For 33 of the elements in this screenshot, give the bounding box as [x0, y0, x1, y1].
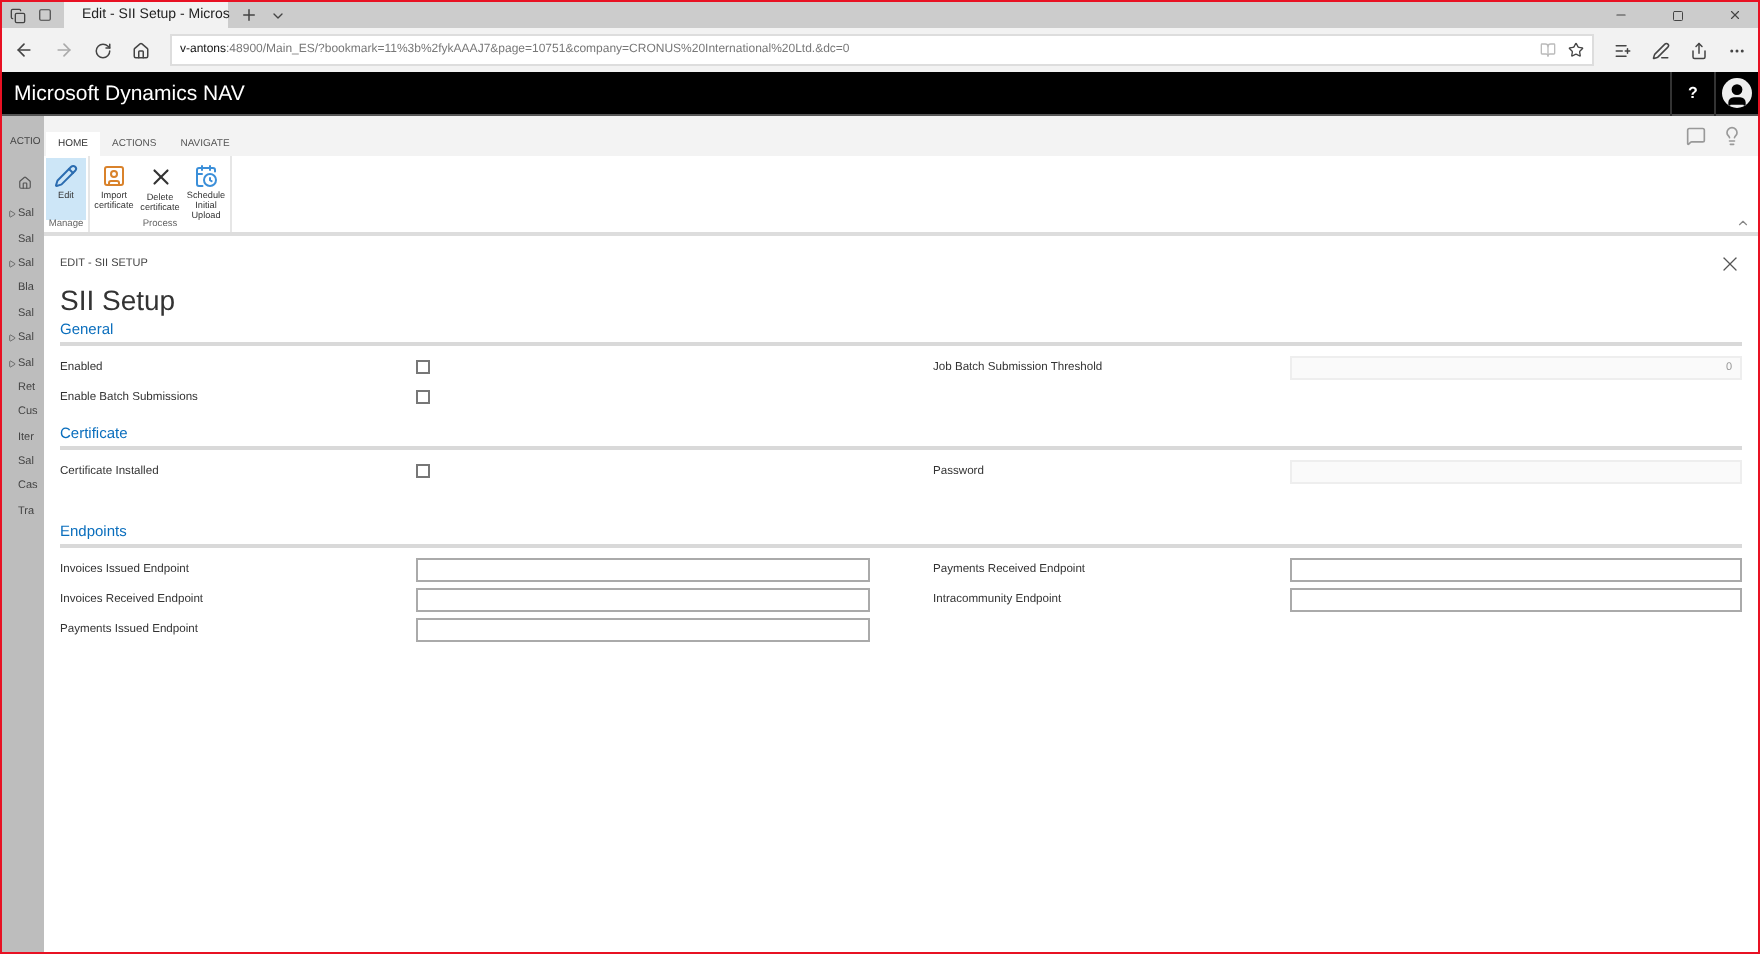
message-icon[interactable]	[1686, 126, 1706, 146]
input-field[interactable]	[1289, 587, 1742, 611]
expand-icon[interactable]	[8, 259, 16, 268]
input-field[interactable]	[1289, 557, 1742, 581]
input-field[interactable]	[416, 617, 869, 641]
favorites-icon[interactable]	[1614, 41, 1632, 59]
page-title: SII Setup	[60, 284, 178, 316]
lightbulb-icon[interactable]	[1722, 126, 1742, 146]
close-icon[interactable]	[1718, 252, 1742, 276]
avatar-icon[interactable]	[1722, 78, 1752, 108]
pencil-icon	[54, 164, 78, 188]
refresh-icon[interactable]	[94, 41, 112, 59]
delete-icon	[147, 164, 173, 190]
home-icon[interactable]	[132, 41, 150, 59]
forward-icon[interactable]	[54, 40, 74, 60]
share-icon[interactable]	[1690, 41, 1708, 59]
checkbox[interactable]	[416, 360, 430, 374]
expand-icon[interactable]	[8, 334, 16, 343]
input-field[interactable]	[416, 587, 869, 611]
reading-view-icon[interactable]	[1540, 42, 1556, 58]
checkbox[interactable]	[416, 464, 430, 478]
checkbox[interactable]	[416, 390, 430, 404]
home-icon	[18, 176, 32, 190]
app-title: Microsoft Dynamics NAV	[14, 81, 247, 105]
pen-icon[interactable]	[1652, 41, 1670, 59]
star-icon[interactable]	[1568, 42, 1584, 58]
collapse-icon[interactable]	[1736, 216, 1750, 230]
certificate-icon	[102, 164, 126, 188]
schedule-icon	[194, 164, 218, 188]
expand-icon[interactable]	[8, 359, 16, 368]
input-field[interactable]	[416, 557, 869, 581]
back-icon[interactable]	[14, 40, 34, 60]
expand-icon[interactable]	[8, 210, 16, 219]
